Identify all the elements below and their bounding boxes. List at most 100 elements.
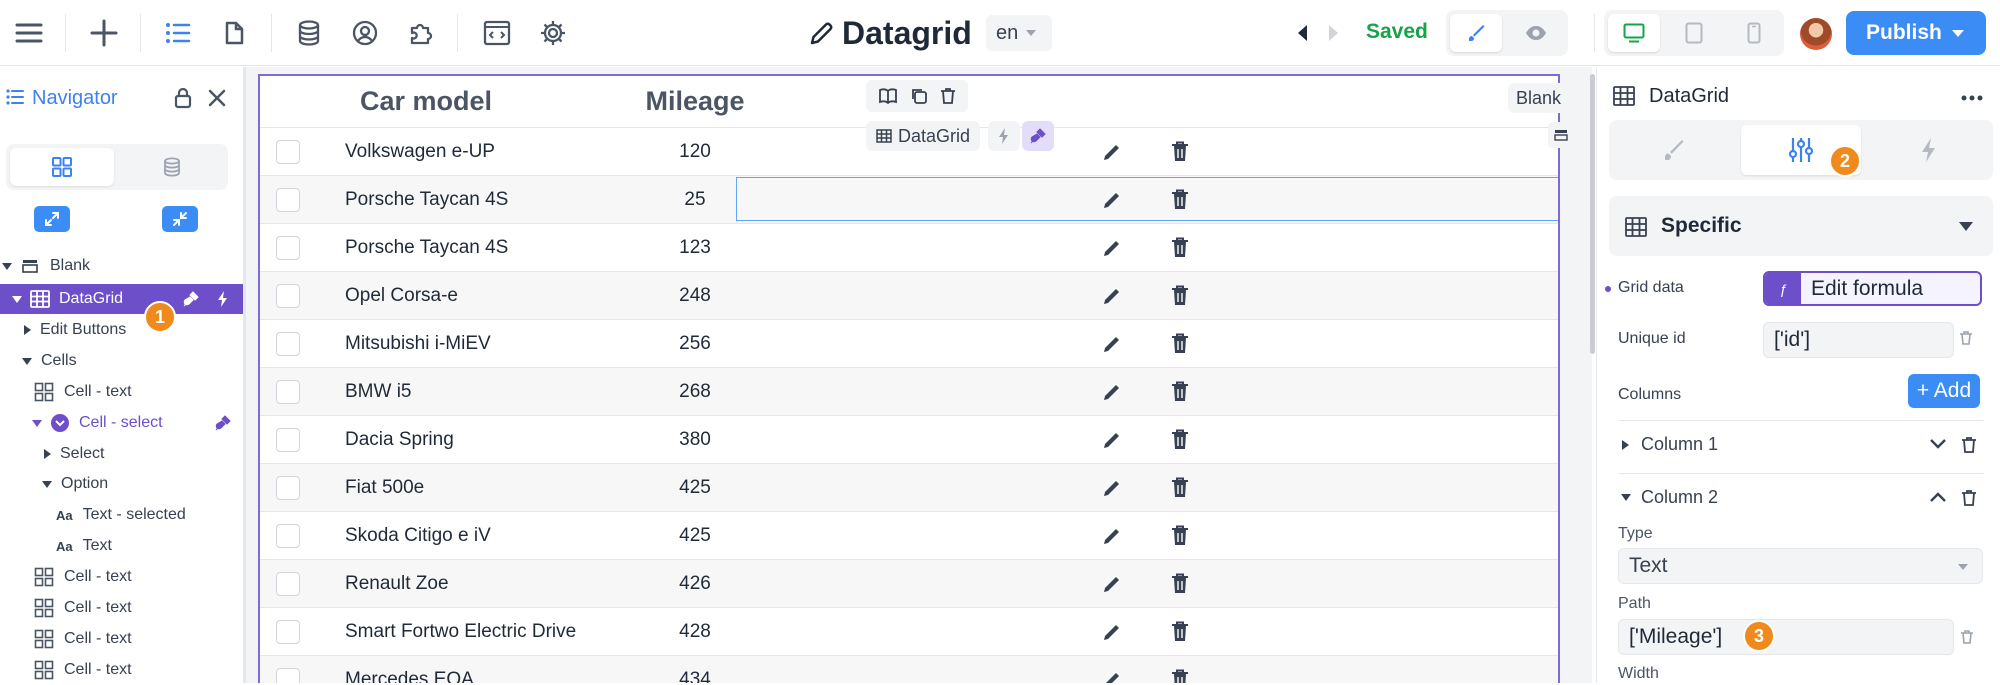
tablet-button[interactable] <box>1668 14 1720 52</box>
chevron-down-icon[interactable] <box>1929 438 1947 450</box>
trash-icon[interactable] <box>1171 573 1189 594</box>
chevron-down-icon[interactable] <box>22 357 32 365</box>
table-row[interactable]: Dacia Spring 380 <box>260 416 1558 464</box>
unique-id-input[interactable]: ['id'] <box>1763 322 1954 358</box>
trash-icon[interactable] <box>1171 525 1189 546</box>
trash-icon[interactable] <box>1171 189 1189 210</box>
tree-item-text[interactable]: Aa Text <box>0 531 243 561</box>
code-icon[interactable] <box>477 13 517 53</box>
cell-mileage[interactable]: 256 <box>620 320 770 368</box>
cell-mileage[interactable]: 380 <box>620 416 770 464</box>
cell-mileage[interactable]: 428 <box>620 608 770 656</box>
more-icon[interactable] <box>1961 95 1983 101</box>
desktop-button[interactable] <box>1608 14 1660 52</box>
cell-mileage[interactable]: 120 <box>620 128 770 176</box>
chevron-right-icon[interactable] <box>24 325 31 335</box>
close-icon[interactable] <box>208 89 226 107</box>
trash-icon[interactable] <box>1171 237 1189 258</box>
parent-label[interactable]: Blank <box>1508 83 1570 113</box>
pencil-icon[interactable] <box>1102 190 1122 210</box>
row-checkbox[interactable] <box>276 668 300 683</box>
tree-item-text-selected[interactable]: Aa Text - selected <box>0 500 243 530</box>
table-row[interactable]: Renault Zoe 426 <box>260 560 1558 608</box>
tree-item-cell-text[interactable]: Cell - text <box>0 624 243 654</box>
page-icon[interactable] <box>214 13 254 53</box>
cell-mileage[interactable]: 268 <box>620 368 770 416</box>
tab-workflows[interactable] <box>1869 125 1989 175</box>
row-checkbox[interactable] <box>276 284 300 308</box>
puzzle-icon[interactable] <box>401 13 441 53</box>
component-label[interactable]: DataGrid <box>866 121 981 151</box>
cell-mileage[interactable]: 434 <box>620 656 770 683</box>
user-circle-icon[interactable] <box>345 13 385 53</box>
language-select[interactable]: en <box>986 15 1052 51</box>
preview-mode-button[interactable] <box>1510 14 1562 52</box>
book-icon[interactable] <box>878 87 898 105</box>
cell-car-model[interactable]: Porsche Taycan 4S <box>345 224 585 272</box>
row-checkbox[interactable] <box>276 524 300 548</box>
avatar[interactable] <box>1800 18 1832 50</box>
database-icon[interactable] <box>289 13 329 53</box>
trash-icon[interactable] <box>1959 330 1973 346</box>
lock-icon[interactable] <box>174 87 192 109</box>
trash-icon[interactable] <box>940 87 956 105</box>
tree-item-option[interactable]: Option <box>0 469 243 499</box>
cell-mileage[interactable]: 248 <box>620 272 770 320</box>
chevron-up-icon[interactable] <box>1929 491 1947 503</box>
tree-item-cell-text[interactable]: Cell - text <box>0 593 243 623</box>
tree-item-cell-select[interactable]: Cell - select <box>0 408 243 438</box>
cell-car-model[interactable]: Mercedes EQA <box>345 656 585 683</box>
table-row[interactable]: Porsche Taycan 4S 123 <box>260 224 1558 272</box>
row-checkbox[interactable] <box>276 476 300 500</box>
column-2-row[interactable]: Column 2 <box>1618 473 1983 521</box>
pencil-icon[interactable] <box>1102 238 1122 258</box>
tree-item-select[interactable]: Select <box>0 439 243 469</box>
chevron-right-icon[interactable] <box>44 449 51 459</box>
publish-button[interactable]: Publish <box>1846 11 1986 55</box>
row-checkbox[interactable] <box>276 428 300 452</box>
cell-car-model[interactable]: Porsche Taycan 4S <box>345 176 585 224</box>
type-select[interactable]: Text <box>1618 548 1983 584</box>
table-row[interactable]: Opel Corsa-e 248 <box>260 272 1558 320</box>
cell-car-model[interactable]: BMW i5 <box>345 368 585 416</box>
trash-icon[interactable] <box>1960 629 1974 645</box>
bolt-button[interactable] <box>988 121 1020 151</box>
copy-icon[interactable] <box>910 87 928 105</box>
row-checkbox[interactable] <box>276 188 300 212</box>
cell-mileage[interactable]: 426 <box>620 560 770 608</box>
trash-icon[interactable] <box>1171 477 1189 498</box>
table-row[interactable]: Porsche Taycan 4S 25 <box>260 176 1558 224</box>
cell-mileage[interactable]: 425 <box>620 512 770 560</box>
cell-car-model[interactable]: Renault Zoe <box>345 560 585 608</box>
column-header-mileage[interactable]: Mileage <box>620 86 770 117</box>
chevron-down-icon[interactable] <box>32 419 42 427</box>
pencil-icon[interactable] <box>1102 334 1122 354</box>
trash-icon[interactable] <box>1961 436 1977 454</box>
specific-section-header[interactable]: Specific <box>1609 196 1993 256</box>
pencil-icon[interactable] <box>1102 286 1122 306</box>
tab-data[interactable] <box>120 148 224 186</box>
expand-all-button[interactable] <box>34 206 70 232</box>
chevron-down-icon[interactable] <box>1959 222 1973 231</box>
chevron-down-icon[interactable] <box>2 262 12 270</box>
pencil-icon[interactable] <box>1102 574 1122 594</box>
collapse-all-button[interactable] <box>162 206 198 232</box>
pencil-icon[interactable] <box>1102 622 1122 642</box>
column-1-row[interactable]: Column 1 <box>1618 420 1983 468</box>
table-row[interactable]: Fiat 500e 425 <box>260 464 1558 512</box>
cell-car-model[interactable]: Volkswagen e-UP <box>345 128 585 176</box>
chevron-right-icon[interactable] <box>1622 439 1629 450</box>
column-header-car-model[interactable]: Car model <box>360 86 492 117</box>
table-row[interactable]: BMW i5 268 <box>260 368 1558 416</box>
pencil-icon[interactable] <box>1102 478 1122 498</box>
tab-style[interactable] <box>1613 125 1733 175</box>
trash-icon[interactable] <box>1961 489 1977 507</box>
pencil-icon[interactable] <box>1102 142 1122 162</box>
cell-car-model[interactable]: Skoda Citigo e iV <box>345 512 585 560</box>
trash-icon[interactable] <box>1171 429 1189 450</box>
tree-item-datagrid[interactable]: DataGrid <box>0 284 243 314</box>
pencil-icon[interactable] <box>1102 526 1122 546</box>
canvas-scrollbar[interactable] <box>1590 74 1595 354</box>
chevron-down-icon[interactable] <box>1621 494 1631 501</box>
section-icon[interactable] <box>1548 122 1574 148</box>
